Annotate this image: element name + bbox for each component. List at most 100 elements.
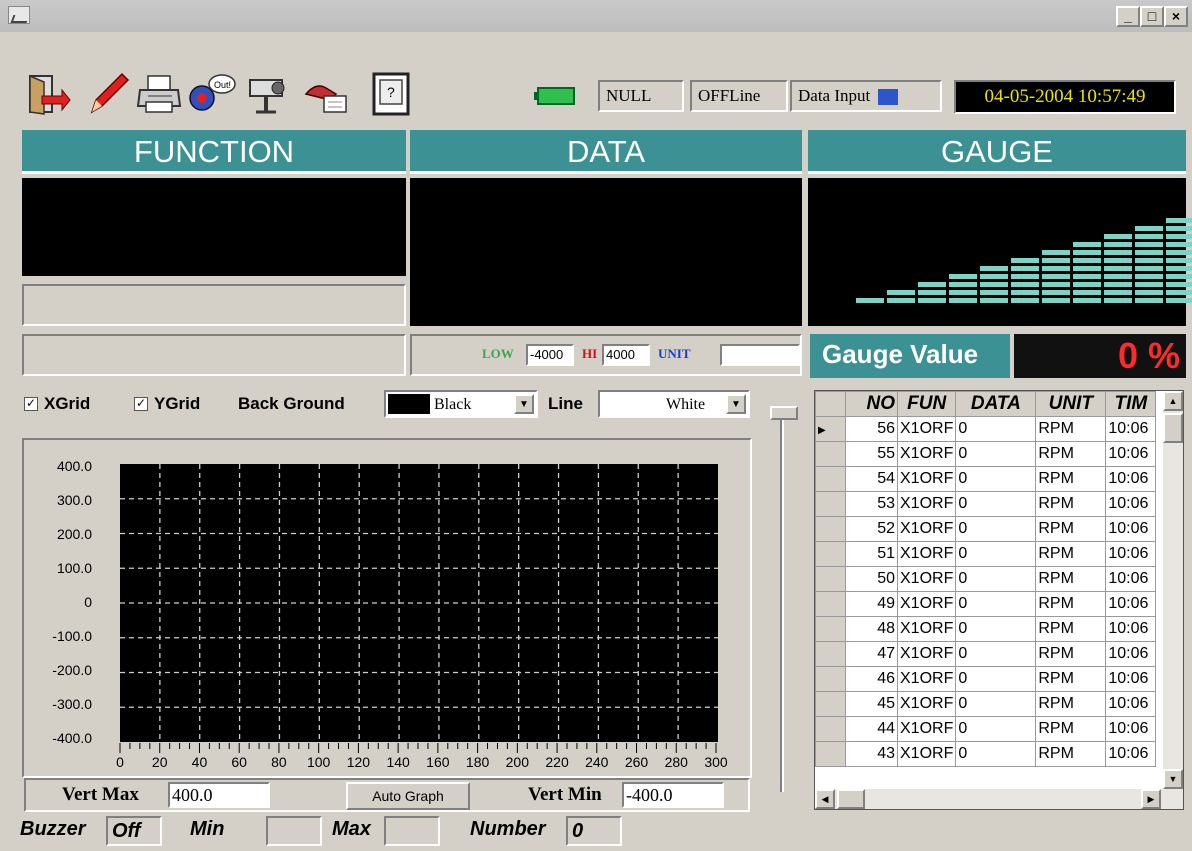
column-header-unit[interactable]: UNIT [1035, 391, 1107, 417]
row-selector[interactable] [815, 441, 846, 467]
cell-fun[interactable]: X1ORF [896, 516, 957, 542]
cell-data[interactable]: 0 [955, 716, 1037, 742]
background-select[interactable]: Black ▼ [384, 390, 538, 418]
cell-time[interactable]: 10:06 [1105, 491, 1157, 517]
table-row[interactable]: ▶ 56 X1ORF 0 RPM 10:06 [815, 416, 1157, 442]
cell-fun[interactable]: X1ORF [896, 666, 957, 692]
hand-icon[interactable] [302, 70, 352, 118]
table-row[interactable]: 46 X1ORF 0 RPM 10:06 [815, 666, 1157, 692]
xgrid-checkbox[interactable]: ✓ [24, 397, 38, 411]
cell-data[interactable]: 0 [955, 466, 1037, 492]
cell-no[interactable]: 45 [845, 691, 898, 717]
cell-no[interactable]: 53 [845, 491, 898, 517]
data-table[interactable]: NO FUN DATA UNIT TIM ▶ 56 X1ORF 0 RPM 10:06 55… [814, 390, 1184, 810]
scroll-thumb[interactable] [1163, 413, 1183, 443]
row-selector[interactable] [815, 466, 846, 492]
cell-data[interactable]: 0 [955, 691, 1037, 717]
cell-time[interactable]: 10:06 [1105, 641, 1157, 667]
cell-data[interactable]: 0 [955, 741, 1037, 767]
column-header-time[interactable]: TIM [1105, 391, 1157, 417]
cell-no[interactable]: 52 [845, 516, 898, 542]
row-selector[interactable] [815, 691, 846, 717]
unit-input[interactable] [720, 344, 800, 366]
cell-fun[interactable]: X1ORF [896, 416, 957, 442]
cell-no[interactable]: 44 [845, 716, 898, 742]
cell-no[interactable]: 51 [845, 541, 898, 567]
cell-time[interactable]: 10:06 [1105, 541, 1157, 567]
cell-time[interactable]: 10:06 [1105, 616, 1157, 642]
scroll-right-icon[interactable]: ▶ [1141, 789, 1161, 809]
cell-unit[interactable]: RPM [1035, 716, 1107, 742]
close-button[interactable]: × [1164, 6, 1188, 27]
vert-max-input[interactable]: 400.0 [168, 782, 270, 808]
maximize-button[interactable]: □ [1140, 6, 1164, 27]
row-selector[interactable] [815, 566, 846, 592]
cell-no[interactable]: 49 [845, 591, 898, 617]
cell-no[interactable]: 56 [845, 416, 898, 442]
cell-time[interactable]: 10:06 [1105, 441, 1157, 467]
column-header-data[interactable]: DATA [955, 391, 1037, 417]
line-select[interactable]: White ▼ [598, 390, 750, 418]
cell-unit[interactable]: RPM [1035, 441, 1107, 467]
row-selector[interactable] [815, 741, 846, 767]
cell-time[interactable]: 10:06 [1105, 716, 1157, 742]
cell-unit[interactable]: RPM [1035, 491, 1107, 517]
cell-no[interactable]: 43 [845, 741, 898, 767]
cell-fun[interactable]: X1ORF [896, 466, 957, 492]
row-selector[interactable]: ▶ [815, 416, 846, 442]
table-row[interactable]: 48 X1ORF 0 RPM 10:06 [815, 616, 1157, 642]
cell-data[interactable]: 0 [955, 516, 1037, 542]
low-input[interactable]: -4000 [526, 344, 574, 366]
row-selector[interactable] [815, 666, 846, 692]
auto-graph-button[interactable]: Auto Graph [346, 782, 470, 810]
cell-no[interactable]: 50 [845, 566, 898, 592]
scroll-left-icon[interactable]: ◀ [815, 789, 835, 809]
cell-data[interactable]: 0 [955, 591, 1037, 617]
cell-unit[interactable]: RPM [1035, 566, 1107, 592]
cell-data[interactable]: 0 [955, 616, 1037, 642]
table-row[interactable]: 45 X1ORF 0 RPM 10:06 [815, 691, 1157, 717]
help-icon[interactable]: ? [366, 70, 416, 118]
table-row[interactable]: 51 X1ORF 0 RPM 10:06 [815, 541, 1157, 567]
row-selector[interactable] [815, 616, 846, 642]
cell-time[interactable]: 10:06 [1105, 516, 1157, 542]
horizontal-scroll-thumb[interactable] [837, 789, 865, 809]
cell-no[interactable]: 46 [845, 666, 898, 692]
cell-time[interactable]: 10:06 [1105, 741, 1157, 767]
table-row[interactable]: 50 X1ORF 0 RPM 10:06 [815, 566, 1157, 592]
column-header-no[interactable]: NO [845, 391, 898, 417]
column-header-fun[interactable]: FUN [896, 391, 957, 417]
table-row[interactable]: 49 X1ORF 0 RPM 10:06 [815, 591, 1157, 617]
cell-no[interactable]: 48 [845, 616, 898, 642]
camera-icon[interactable] [244, 70, 294, 118]
row-selector[interactable] [815, 491, 846, 517]
cell-time[interactable]: 10:06 [1105, 566, 1157, 592]
cell-unit[interactable]: RPM [1035, 516, 1107, 542]
cell-fun[interactable]: X1ORF [896, 541, 957, 567]
cell-fun[interactable]: X1ORF [896, 591, 957, 617]
cell-no[interactable]: 47 [845, 641, 898, 667]
cell-unit[interactable]: RPM [1035, 466, 1107, 492]
table-row[interactable]: 55 X1ORF 0 RPM 10:06 [815, 441, 1157, 467]
printer-icon[interactable] [134, 70, 184, 118]
cell-fun[interactable]: X1ORF [896, 491, 957, 517]
cell-unit[interactable]: RPM [1035, 691, 1107, 717]
cell-unit[interactable]: RPM [1035, 416, 1107, 442]
table-row[interactable]: 53 X1ORF 0 RPM 10:06 [815, 491, 1157, 517]
cell-data[interactable]: 0 [955, 541, 1037, 567]
cell-fun[interactable]: X1ORF [896, 716, 957, 742]
cell-unit[interactable]: RPM [1035, 741, 1107, 767]
cell-unit[interactable]: RPM [1035, 591, 1107, 617]
cell-time[interactable]: 10:06 [1105, 666, 1157, 692]
row-selector[interactable] [815, 591, 846, 617]
cell-no[interactable]: 55 [845, 441, 898, 467]
ygrid-checkbox[interactable]: ✓ [134, 397, 148, 411]
slider-thumb[interactable] [770, 406, 798, 420]
cell-fun[interactable]: X1ORF [896, 616, 957, 642]
table-vertical-scrollbar[interactable]: ▲ ▼ [1163, 391, 1183, 789]
slider-track[interactable] [780, 412, 784, 792]
cell-data[interactable]: 0 [955, 441, 1037, 467]
row-selector[interactable] [815, 641, 846, 667]
chevron-down-icon[interactable]: ▼ [726, 394, 746, 414]
cell-no[interactable]: 54 [845, 466, 898, 492]
